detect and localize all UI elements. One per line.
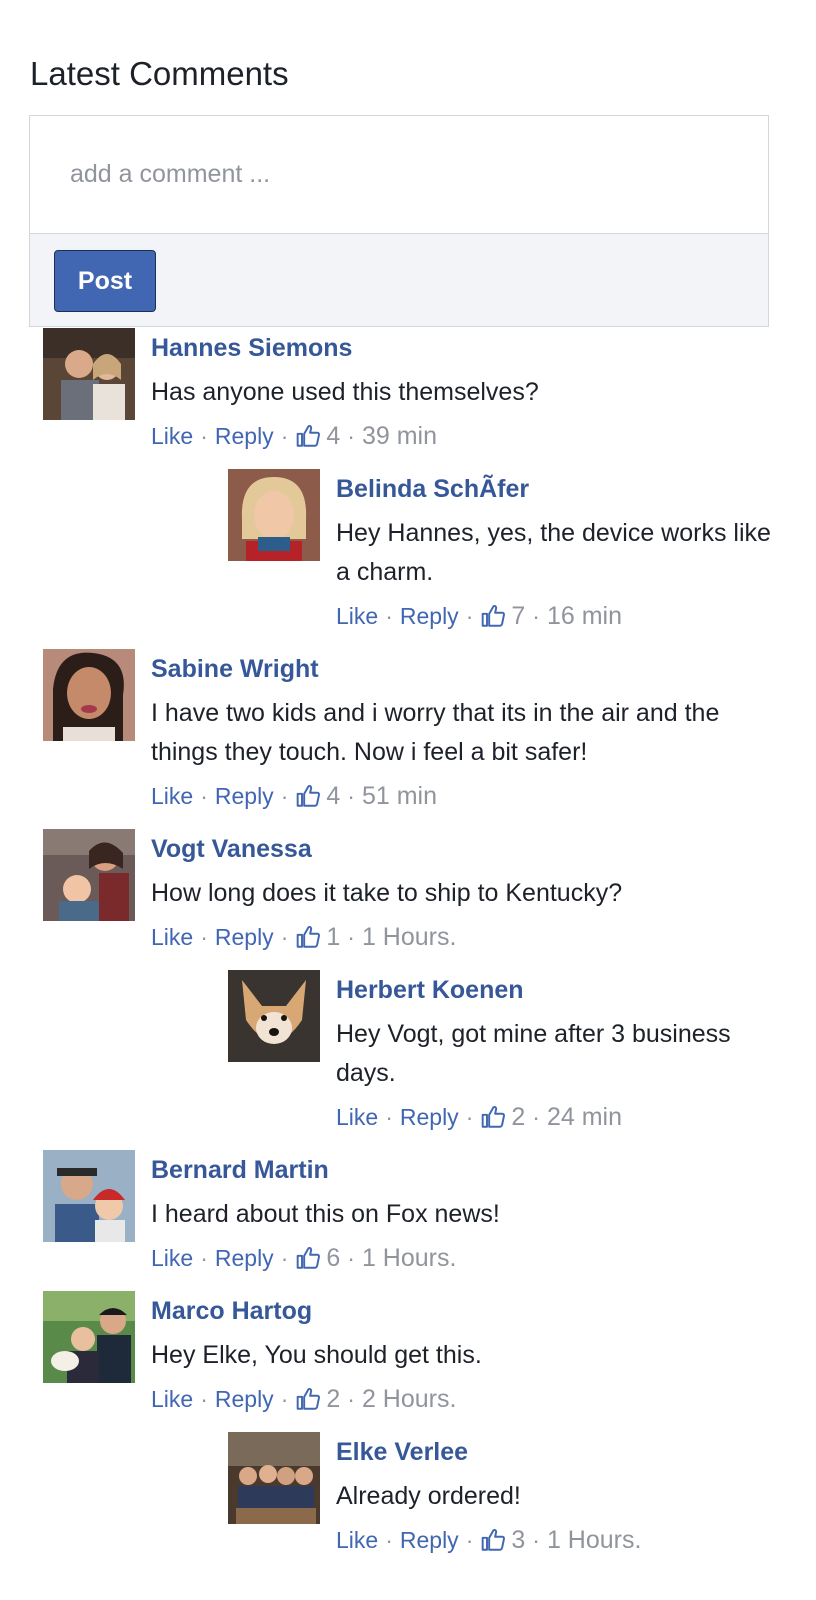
timestamp: 51 min: [361, 782, 437, 810]
separator: ·: [465, 603, 474, 629]
separator: ·: [280, 1386, 289, 1412]
commenter-name[interactable]: Vogt Vanessa: [151, 833, 781, 865]
thumbs-up-icon: [480, 603, 507, 629]
thumbs-up-icon: [295, 1245, 322, 1271]
commenter-name[interactable]: Bernard Martin: [151, 1154, 781, 1186]
separator: ·: [200, 1245, 208, 1271]
commenter-name[interactable]: Belinda SchÃfer: [336, 473, 776, 505]
commenter-name[interactable]: Elke Verlee: [336, 1436, 776, 1468]
comment-text: Has anyone used this themselves?: [151, 378, 539, 406]
comment-text: Hey Hannes, yes, the device works like a…: [336, 519, 771, 586]
comment-text: How long does it take to ship to Kentuck…: [151, 879, 623, 907]
separator: ·: [280, 924, 289, 950]
thumbs-up-icon: [295, 1386, 322, 1412]
reply-link[interactable]: Reply: [215, 1383, 274, 1415]
commenter-name[interactable]: Marco Hartog: [151, 1295, 781, 1327]
like-link[interactable]: Like: [336, 1524, 378, 1556]
separator: ·: [280, 1245, 289, 1271]
separator: ·: [200, 924, 208, 950]
timestamp: 16 min: [546, 602, 622, 630]
avatar[interactable]: [43, 328, 135, 420]
separator: ·: [385, 603, 393, 629]
timestamp: 1 Hours.: [361, 923, 457, 951]
reply-link[interactable]: Reply: [400, 600, 459, 632]
avatar[interactable]: [43, 649, 135, 741]
avatar[interactable]: [43, 829, 135, 921]
separator: ·: [532, 1527, 540, 1553]
comment-text: Already ordered!: [336, 1482, 521, 1510]
separator: ·: [280, 783, 289, 809]
separator: ·: [385, 1104, 393, 1130]
thumbs-up-icon: [480, 1527, 507, 1553]
separator: ·: [347, 1386, 355, 1412]
separator: ·: [347, 783, 355, 809]
separator: ·: [200, 783, 208, 809]
comment-actions: Like · Reply · 7 · 16 min: [336, 600, 776, 632]
timestamp: 39 min: [361, 422, 437, 450]
reply-link[interactable]: Reply: [215, 1242, 274, 1274]
comment-actions: Like · Reply · 3 · 1 Hours.: [336, 1524, 776, 1556]
comment-text: I have two kids and i worry that its in …: [151, 699, 720, 766]
separator: ·: [347, 1245, 355, 1271]
avatar[interactable]: [43, 1150, 135, 1242]
separator: ·: [347, 423, 355, 449]
like-count: 1: [326, 923, 341, 951]
like-link[interactable]: Like: [336, 1101, 378, 1133]
like-link[interactable]: Like: [151, 921, 193, 953]
reply-link[interactable]: Reply: [400, 1101, 459, 1133]
commenter-name[interactable]: Herbert Koenen: [336, 974, 776, 1006]
reply-link[interactable]: Reply: [215, 780, 274, 812]
avatar[interactable]: [228, 1432, 320, 1524]
thumbs-up-icon: [295, 783, 322, 809]
like-count: 2: [511, 1103, 526, 1131]
separator: ·: [347, 924, 355, 950]
like-count: 2: [326, 1385, 341, 1413]
comment-text: I heard about this on Fox news!: [151, 1200, 500, 1228]
comment-text: Hey Elke, You should get this.: [151, 1341, 482, 1369]
separator: ·: [280, 423, 289, 449]
separator: ·: [200, 1386, 208, 1412]
thumbs-up-icon: [295, 924, 322, 950]
like-count: 6: [326, 1244, 341, 1272]
like-count: 7: [511, 602, 526, 630]
comment-text: Hey Vogt, got mine after 3 business days…: [336, 1020, 731, 1087]
comment-actions: Like · Reply · 4 · 39 min: [151, 420, 781, 452]
timestamp: 24 min: [546, 1103, 622, 1131]
commenter-name[interactable]: Hannes Siemons: [151, 332, 781, 364]
comment-actions: Like · Reply · 1 · 1 Hours.: [151, 921, 781, 953]
separator: ·: [532, 1104, 540, 1130]
comment-list: Hannes Siemons Has anyone used this them…: [0, 0, 816, 1600]
avatar[interactable]: [228, 469, 320, 561]
reply-link[interactable]: Reply: [215, 921, 274, 953]
timestamp: 2 Hours.: [361, 1385, 457, 1413]
separator: ·: [200, 423, 208, 449]
comment-actions: Like · Reply · 2 · 2 Hours.: [151, 1383, 781, 1415]
like-count: 4: [326, 422, 341, 450]
like-link[interactable]: Like: [151, 780, 193, 812]
like-count: 3: [511, 1526, 526, 1554]
thumbs-up-icon: [295, 423, 322, 449]
reply-link[interactable]: Reply: [400, 1524, 459, 1556]
separator: ·: [532, 603, 540, 629]
like-count: 4: [326, 782, 341, 810]
like-link[interactable]: Like: [336, 600, 378, 632]
separator: ·: [465, 1527, 474, 1553]
comment-actions: Like · Reply · 4 · 51 min: [151, 780, 781, 812]
thumbs-up-icon: [480, 1104, 507, 1130]
timestamp: 1 Hours.: [546, 1526, 642, 1554]
avatar[interactable]: [228, 970, 320, 1062]
reply-link[interactable]: Reply: [215, 420, 274, 452]
timestamp: 1 Hours.: [361, 1244, 457, 1272]
separator: ·: [385, 1527, 393, 1553]
like-link[interactable]: Like: [151, 420, 193, 452]
comment-actions: Like · Reply · 2 · 24 min: [336, 1101, 776, 1133]
avatar[interactable]: [43, 1291, 135, 1383]
separator: ·: [465, 1104, 474, 1130]
like-link[interactable]: Like: [151, 1242, 193, 1274]
like-link[interactable]: Like: [151, 1383, 193, 1415]
commenter-name[interactable]: Sabine Wright: [151, 653, 781, 685]
comment-actions: Like · Reply · 6 · 1 Hours.: [151, 1242, 781, 1274]
